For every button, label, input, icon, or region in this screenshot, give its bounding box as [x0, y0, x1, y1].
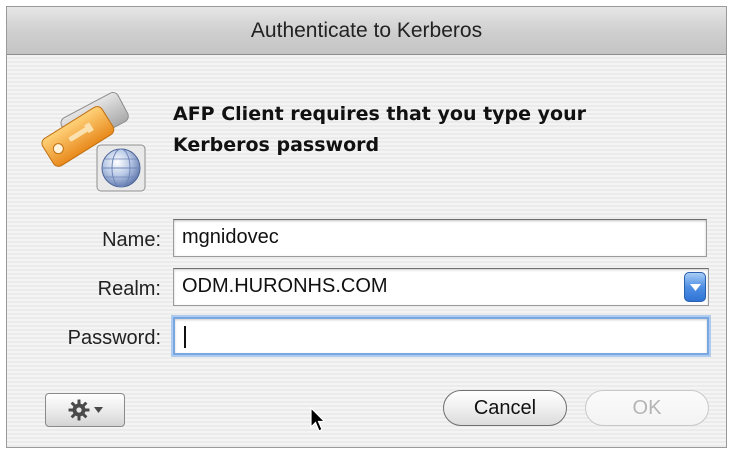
realm-label: Realm: — [97, 278, 161, 300]
mouse-pointer-icon — [310, 407, 326, 432]
realm-select-value: ODM.HURONHS.COM — [182, 275, 388, 297]
gear-icon — [68, 399, 89, 421]
window-title: Authenticate to Kerberos — [250, 18, 483, 42]
name-label: Name: — [102, 229, 161, 251]
password-field[interactable] — [173, 317, 709, 355]
cancel-button[interactable]: Cancel — [443, 390, 567, 426]
prompt-message-line-2: Kerberos password — [173, 134, 380, 156]
password-label: Password: — [67, 327, 161, 349]
action-menu-button[interactable] — [45, 393, 125, 427]
name-field[interactable]: mgnidovec — [173, 219, 707, 257]
dialog-window: Authenticate to Kerberos AFP Client requ… — [6, 6, 727, 448]
title-bar[interactable]: Authenticate to Kerberos — [7, 7, 726, 55]
ok-button[interactable]: OK — [585, 390, 709, 426]
realm-select[interactable]: ODM.HURONHS.COM — [173, 268, 709, 306]
prompt-message: AFP Client requires that you type your K… — [173, 99, 693, 161]
chevron-down-icon[interactable] — [684, 272, 706, 302]
prompt-message-line-1: AFP Client requires that you type your — [173, 103, 586, 125]
name-field-value: mgnidovec — [182, 226, 279, 248]
kerberos-keys-globe-icon — [33, 85, 155, 195]
text-caret — [184, 326, 186, 348]
chevron-down-icon — [93, 407, 103, 413]
